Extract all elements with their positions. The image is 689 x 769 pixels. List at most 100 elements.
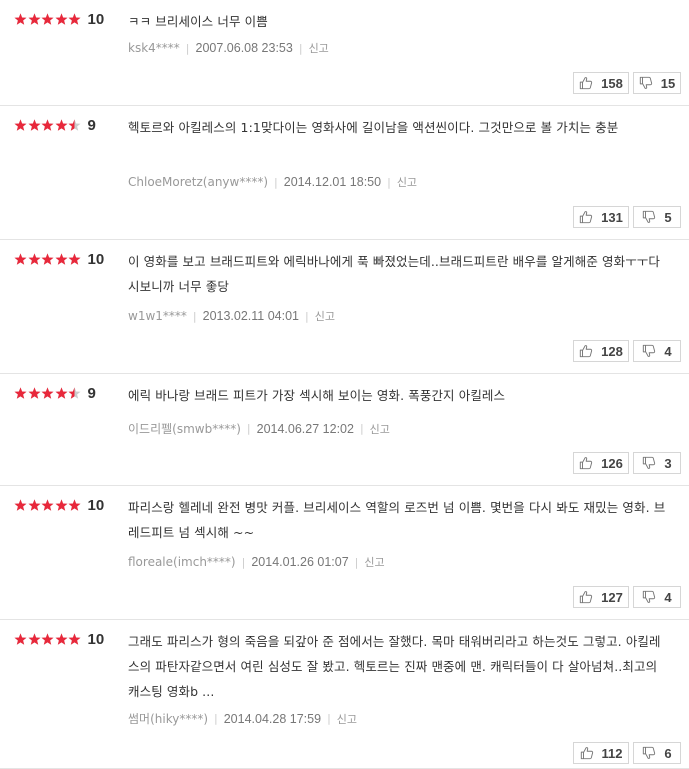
- rating: 10: [14, 12, 104, 27]
- star-icon: [68, 387, 81, 399]
- like-count: 128: [601, 343, 623, 359]
- report-link[interactable]: 신고: [364, 554, 384, 570]
- review-text: 그래도 파리스가 형의 죽음을 되갚아 준 점에서는 잘했다. 목마 태워버리라…: [128, 634, 661, 699]
- star-icon: [14, 253, 27, 265]
- star-icon: [14, 633, 27, 645]
- reviewer-id: 이드리펠(smwb****): [128, 422, 241, 436]
- thumbs-down-icon: [639, 76, 652, 89]
- star-icon: [41, 387, 54, 399]
- star-icon: [41, 633, 54, 645]
- rating: 10: [14, 252, 104, 267]
- reviewer-id: floreale(imch****): [128, 555, 236, 569]
- review-date: 2014.01.26 01:07: [251, 555, 349, 569]
- like-button[interactable]: 158: [573, 72, 629, 94]
- thumbs-up-icon: [579, 591, 593, 604]
- dislike-count: 3: [664, 455, 672, 471]
- dislike-button[interactable]: 4: [633, 340, 681, 362]
- divider: |: [354, 555, 359, 569]
- rating-score: 10: [87, 497, 105, 514]
- review-item: 9 에릭 바나랑 브래드 피트가 가장 섹시해 보이는 영화. 폭풍간지 아킬레…: [0, 374, 689, 486]
- star-icon: [14, 387, 27, 399]
- rating: 10: [14, 632, 104, 647]
- thumbs-up-icon: [580, 747, 593, 760]
- reviewer-id: ksk4****: [128, 41, 180, 55]
- divider: |: [327, 712, 331, 725]
- dislike-count: 15: [660, 75, 676, 91]
- divider: |: [387, 175, 391, 189]
- divider: |: [185, 41, 190, 55]
- rating-score: 10: [87, 251, 105, 268]
- dislike-count: 4: [664, 589, 672, 605]
- divider: |: [214, 712, 218, 725]
- star-icon: [55, 499, 67, 511]
- rating: 9: [14, 118, 96, 133]
- like-count: 131: [601, 209, 623, 225]
- review-meta: 이드리펠(smwb****) | 2014.06.27 12:02 | 신고: [128, 420, 390, 437]
- dislike-count: 6: [664, 745, 672, 761]
- star-icon: [41, 253, 54, 265]
- star-icon: [55, 119, 67, 131]
- like-count: 126: [601, 455, 623, 471]
- reviewer-id: ChloeMoretz(anyw****): [128, 175, 269, 189]
- thumbs-down-icon: [643, 344, 656, 357]
- dislike-button[interactable]: 15: [633, 72, 681, 94]
- rating: 10: [14, 498, 104, 513]
- star-icon: [68, 13, 81, 25]
- divider: |: [192, 309, 197, 323]
- dislike-button[interactable]: 4: [633, 586, 681, 608]
- review-text: 에릭 바나랑 브래드 피트가 가장 섹시해 보이는 영화. 폭풍간지 아킬레스: [128, 388, 506, 403]
- vote-buttons: 128 4: [573, 340, 681, 362]
- review-text: ㅋㅋ 브리세이스 너무 이쁨: [128, 14, 268, 29]
- like-button[interactable]: 126: [573, 452, 629, 474]
- divider: |: [305, 309, 309, 323]
- rating: 9: [14, 386, 96, 401]
- rating-score: 10: [87, 631, 105, 648]
- star-icon: [28, 253, 40, 265]
- like-button[interactable]: 128: [573, 340, 629, 362]
- like-button[interactable]: 131: [573, 206, 629, 228]
- divider: |: [241, 555, 246, 569]
- review-item: 9 헥토르와 아킬레스의 1:1맞다이는 영화사에 길이남을 액션씬이다. 그것…: [0, 106, 689, 240]
- review-date: 2007.06.08 23:53: [195, 41, 293, 55]
- dislike-button[interactable]: 5: [633, 206, 681, 228]
- star-rating: [14, 253, 82, 266]
- report-link[interactable]: 신고: [370, 421, 390, 437]
- star-rating: [14, 633, 82, 646]
- star-rating: [14, 387, 82, 400]
- divider: |: [298, 41, 303, 55]
- report-link[interactable]: 신고: [315, 308, 335, 324]
- review-date: 2014.12.01 18:50: [283, 175, 382, 189]
- review-meta: ksk4**** | 2007.06.08 23:53 | 신고: [128, 40, 329, 56]
- thumbs-down-icon: [643, 746, 656, 759]
- star-icon: [55, 13, 67, 25]
- like-count: 112: [601, 745, 623, 761]
- review-meta: floreale(imch****) | 2014.01.26 01:07 | …: [128, 554, 385, 570]
- review-item: 10 ㅋㅋ 브리세이스 너무 이쁨 ksk4**** | 2007.06.08 …: [0, 0, 689, 106]
- star-icon: [55, 253, 67, 265]
- dislike-button[interactable]: 6: [633, 742, 681, 764]
- thumbs-up-icon: [579, 345, 593, 358]
- review-text: 파리스랑 헬레네 완전 병맛 커플. 브리세이스 역할의 로즈번 넘 이쁨. 몇…: [128, 500, 666, 540]
- dislike-button[interactable]: 3: [633, 452, 681, 474]
- rating-score: 9: [87, 117, 96, 134]
- report-link[interactable]: 신고: [337, 711, 357, 727]
- divider: |: [359, 422, 364, 435]
- review-date: 2014.04.28 17:59: [223, 711, 322, 726]
- dislike-count: 5: [664, 209, 672, 225]
- thumbs-down-icon: [643, 590, 656, 603]
- thumbs-down-icon: [643, 456, 656, 469]
- star-icon: [55, 387, 67, 399]
- thumbs-up-icon: [579, 211, 593, 224]
- vote-buttons: 127 4: [573, 586, 681, 608]
- vote-buttons: 112 6: [573, 742, 681, 764]
- review-text: 헥토르와 아킬레스의 1:1맞다이는 영화사에 길이남을 액션씬이다. 그것만으…: [128, 120, 619, 135]
- thumbs-down-icon: [643, 210, 656, 223]
- rating-score: 10: [87, 11, 105, 28]
- review-meta: ChloeMoretz(anyw****) | 2014.12.01 18:50…: [128, 174, 417, 190]
- like-button[interactable]: 127: [573, 586, 629, 608]
- review-meta: 썸머(hiky****) | 2014.04.28 17:59 | 신고: [128, 710, 357, 727]
- like-button[interactable]: 112: [573, 742, 629, 764]
- star-rating: [14, 13, 82, 26]
- report-link[interactable]: 신고: [309, 40, 329, 56]
- report-link[interactable]: 신고: [397, 174, 417, 190]
